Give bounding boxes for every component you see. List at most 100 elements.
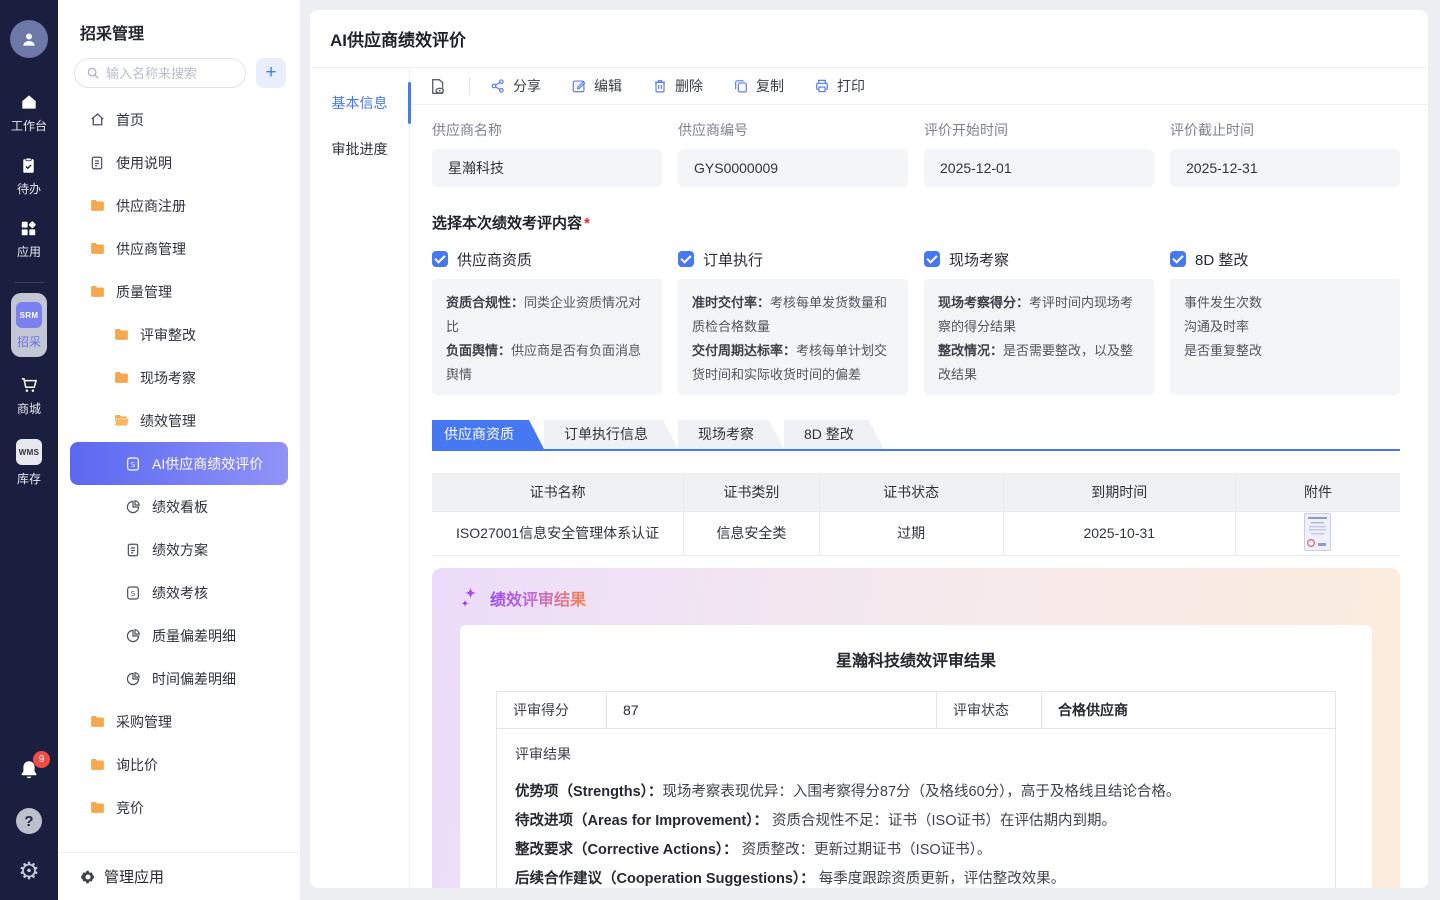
sidebar-item-home[interactable]: 首页	[70, 98, 288, 141]
rail-item-label: 待办	[17, 180, 41, 197]
eval-end-date-field[interactable]: 2025-12-31	[1170, 149, 1400, 187]
sidebar-item-performance-assessment[interactable]: S 绩效考核	[70, 571, 288, 614]
field-label: 评价开始时间	[924, 120, 1154, 140]
sidebar-item-performance-management[interactable]: 绩效管理	[70, 399, 288, 442]
s-document-icon: S	[124, 456, 142, 472]
user-avatar[interactable]	[10, 20, 48, 58]
sidebar-title: 招采管理	[58, 0, 300, 58]
rail-item-todo[interactable]: 待办	[17, 156, 41, 197]
cart-icon	[19, 375, 39, 395]
share-button[interactable]: 分享	[490, 76, 541, 96]
detail-tabs: 供应商资质 订单执行信息 现场考察 8D 整改	[432, 420, 1400, 451]
detail-card: AI供应商绩效评价 基本信息 审批进度 分享	[310, 10, 1428, 888]
column-header: 证书类别	[684, 473, 820, 511]
column-header: 到期时间	[1003, 473, 1235, 511]
tab-order-execution-info[interactable]: 订单执行信息	[544, 420, 678, 449]
result-corrective-actions: 整改要求（Corrective Actions）： 资质整改：更新过期证书（IS…	[515, 836, 1317, 865]
sidebar-item-site-inspection[interactable]: 现场考察	[70, 356, 288, 399]
eval-start-date-field[interactable]: 2025-12-01	[924, 149, 1154, 187]
document-icon	[124, 542, 142, 558]
page-title: AI供应商绩效评价	[310, 10, 1428, 68]
sidebar-item-quality-deviation[interactable]: 质量偏差明细	[70, 614, 288, 657]
folder-icon	[88, 799, 106, 816]
checkbox-8d-rectification[interactable]: 8D 整改	[1170, 239, 1400, 279]
svg-text:S: S	[131, 459, 136, 468]
tab-supplier-qualification[interactable]: 供应商资质	[432, 420, 544, 449]
delete-button[interactable]: 删除	[652, 76, 703, 96]
score-label: 评审得分	[497, 692, 607, 728]
sidebar-item-review-rectify[interactable]: 评审整改	[70, 313, 288, 356]
edit-button[interactable]: 编辑	[571, 76, 622, 96]
assessment-option-qualification: 供应商资质 资质合规性：同类企业资质情况对比 负面舆情：供应商是否有负面消息舆情	[432, 239, 662, 395]
rail-item-workbench[interactable]: 工作台	[11, 92, 47, 134]
add-button[interactable]: +	[256, 58, 286, 88]
settings-gear-icon[interactable]: ⚙	[18, 860, 40, 884]
result-card-title: 星瀚科技绩效评审结果	[496, 647, 1336, 671]
sidebar-item-supplier-register[interactable]: 供应商注册	[70, 184, 288, 227]
column-header: 证书状态	[819, 473, 1003, 511]
notification-count-badge: 9	[33, 751, 50, 768]
folder-icon	[88, 756, 106, 773]
rail-item-label: 招采	[17, 333, 41, 350]
rail-item-label: 商城	[17, 400, 41, 417]
s-document-icon: S	[124, 585, 142, 601]
score-value: 87	[607, 692, 937, 728]
app-rail: 工作台 待办 应用 SRM 招采 商城 WMS 库存 9 ? ⚙	[0, 0, 58, 900]
tab-basic-info[interactable]: 基本信息	[310, 80, 409, 126]
copy-button[interactable]: 复制	[733, 76, 784, 96]
preview-document-icon[interactable]	[428, 77, 447, 96]
status-label: 评审状态	[937, 692, 1042, 728]
rail-divider	[14, 282, 44, 283]
certificate-table: 证书名称 证书类别 证书状态 到期时间 附件 ISO27001信息安全管理体系认…	[432, 473, 1400, 556]
sidebar-item-performance-plan[interactable]: 绩效方案	[70, 528, 288, 571]
apps-grid-icon	[19, 219, 38, 238]
notifications-button[interactable]: 9	[17, 758, 41, 782]
tab-approval-progress[interactable]: 审批进度	[310, 126, 409, 172]
checkbox-site-inspection[interactable]: 现场考察	[924, 239, 1154, 279]
main-area: AI供应商绩效评价 基本信息 审批进度 分享	[300, 0, 1440, 900]
document-icon	[88, 155, 106, 171]
search-input[interactable]	[106, 66, 235, 81]
rail-item-label: 工作台	[11, 117, 47, 134]
print-button[interactable]: 打印	[814, 76, 865, 96]
rail-item-label: 应用	[17, 243, 41, 260]
sidebar-item-procurement[interactable]: 采购管理	[70, 700, 288, 743]
folder-icon	[88, 283, 106, 300]
tab-site-inspection[interactable]: 现场考察	[678, 420, 784, 449]
folder-icon	[88, 713, 106, 730]
rail-item-apps[interactable]: 应用	[17, 219, 41, 260]
rail-item-srm[interactable]: SRM 招采	[11, 293, 47, 357]
supplier-code-field[interactable]: GYS0000009	[678, 149, 908, 187]
sidebar-item-instructions[interactable]: 使用说明	[70, 141, 288, 184]
sidebar-item-performance-dashboard[interactable]: 绩效看板	[70, 485, 288, 528]
checkbox-supplier-qualification[interactable]: 供应商资质	[432, 239, 662, 279]
svg-text:S: S	[131, 588, 136, 597]
option-description: 准时交付率：考核每单发货数量和质检合格数量 交付周期达标率：考核每单计划交货时间…	[678, 279, 908, 395]
sidebar-item-bidding[interactable]: 竞价	[70, 786, 288, 829]
sidebar-item-quality-management[interactable]: 质量管理	[70, 270, 288, 313]
supplier-name-field[interactable]: 星瀚科技	[432, 149, 662, 187]
share-icon	[490, 78, 506, 94]
result-improvements: 待改进项（Areas for Improvement）： 资质合规性不足：证书（…	[515, 807, 1317, 836]
rail-item-mall[interactable]: 商城	[17, 375, 41, 417]
sidebar-item-rfq[interactable]: 询比价	[70, 743, 288, 786]
result-strengths: 优势项（Strengths）：现场考察表现优异：入围考察得分87分（及格线60分…	[515, 778, 1317, 807]
pie-chart-icon	[124, 671, 142, 687]
manage-apps-button[interactable]: 管理应用	[58, 852, 300, 900]
sidebar-item-time-deviation[interactable]: 时间偏差明细	[70, 657, 288, 700]
sidebar-item-supplier-management[interactable]: 供应商管理	[70, 227, 288, 270]
detail-side-tabs: 基本信息 审批进度	[310, 68, 410, 888]
help-button[interactable]: ?	[16, 808, 42, 834]
assessment-option-order: 订单执行 准时交付率：考核每单发货数量和质检合格数量 交付周期达标率：考核每单计…	[678, 239, 908, 395]
option-description: 现场考察得分：考评时间内现场考察的得分结果 整改情况：是否需要整改，以及整改结果	[924, 279, 1154, 395]
attachment-thumbnail[interactable]	[1304, 513, 1331, 551]
edit-icon	[571, 78, 587, 94]
sidebar-item-ai-supplier-evaluation[interactable]: S AI供应商绩效评价	[70, 442, 288, 485]
status-value: 合格供应商	[1042, 692, 1335, 728]
sidebar-search[interactable]	[74, 58, 246, 88]
rail-item-wms[interactable]: WMS 库存	[16, 439, 42, 487]
tab-8d-rectification[interactable]: 8D 整改	[784, 420, 884, 449]
module-sidebar: 招采管理 + 首页 使用说明 供应商注册 供应商管理 质量管理	[58, 0, 300, 900]
checkbox-order-execution[interactable]: 订单执行	[678, 239, 908, 279]
column-header: 证书名称	[432, 473, 684, 511]
